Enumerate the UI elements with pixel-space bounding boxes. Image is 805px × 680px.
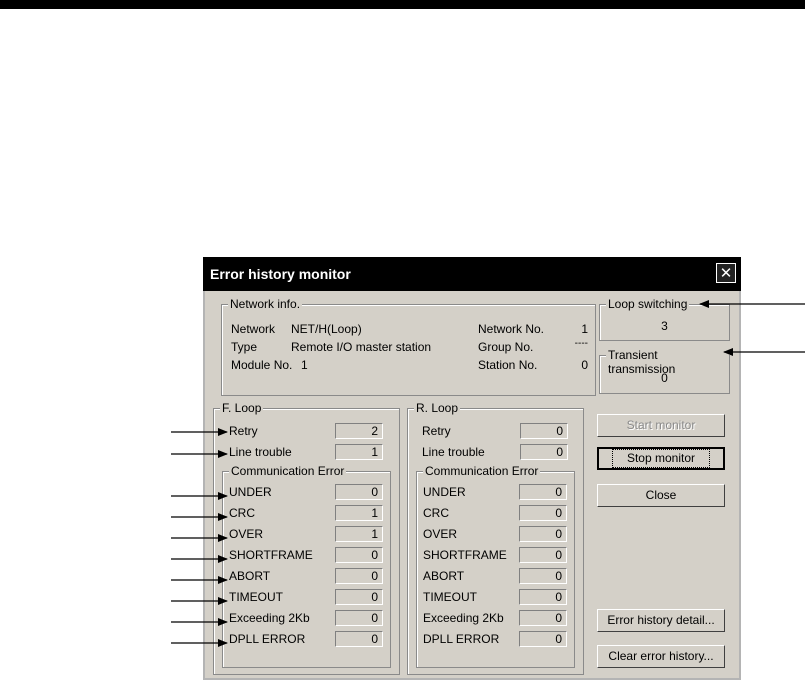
callout-arrows	[171, 300, 805, 647]
